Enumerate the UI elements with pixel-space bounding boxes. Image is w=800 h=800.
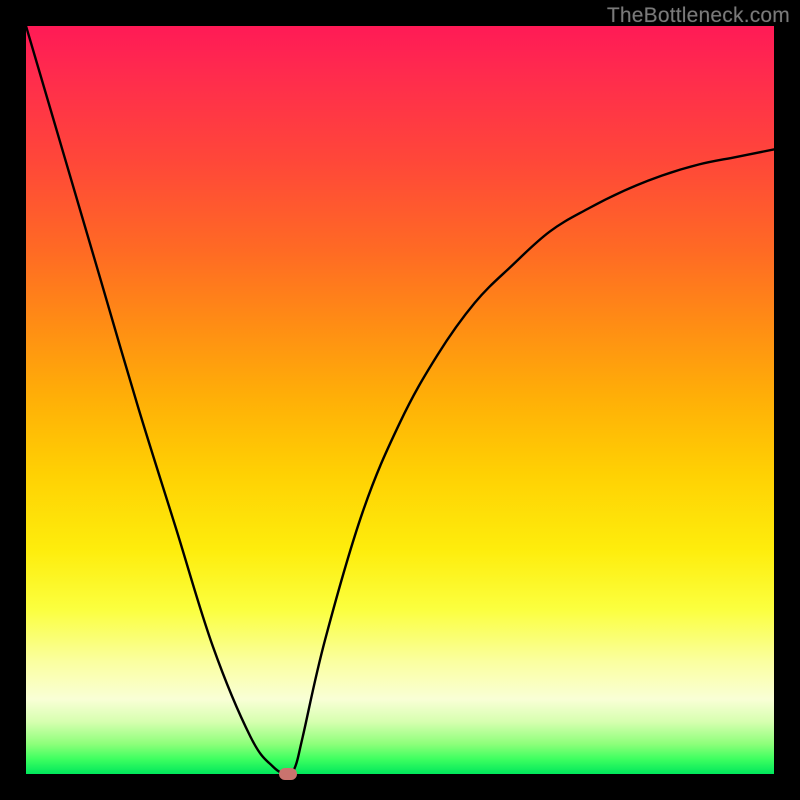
curve-marker: [279, 768, 297, 780]
watermark-label: TheBottleneck.com: [607, 4, 790, 28]
bottleneck-curve: [26, 26, 774, 774]
chart-curve-svg: [26, 26, 774, 774]
chart-frame: [26, 26, 774, 774]
